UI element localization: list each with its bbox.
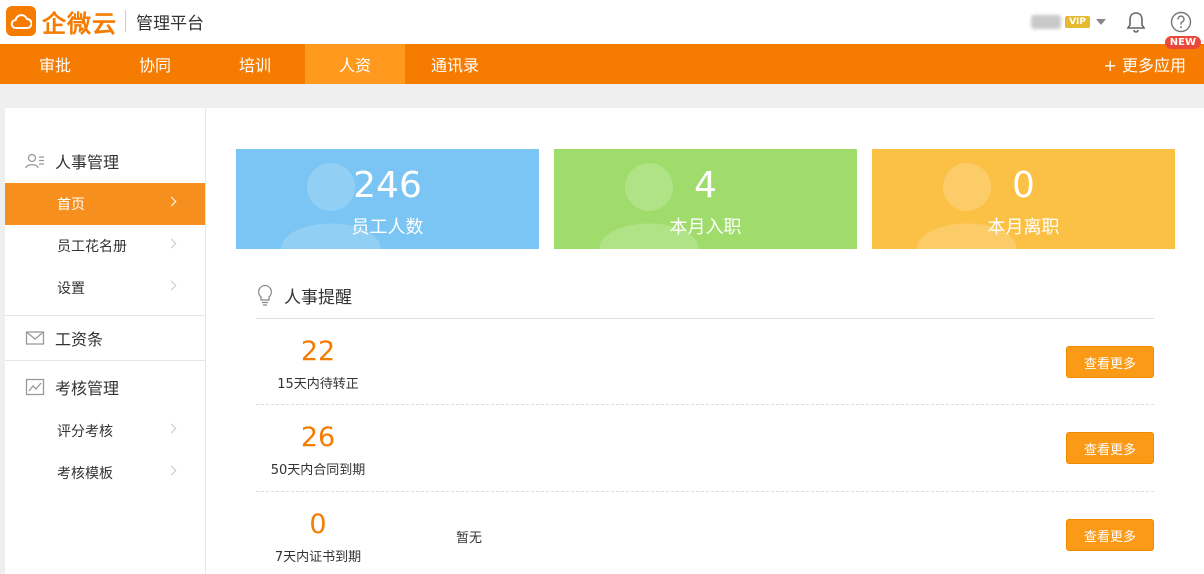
bell-icon[interactable] bbox=[1124, 10, 1148, 34]
stat-value: 0 bbox=[1012, 165, 1035, 206]
more-apps-button[interactable]: + 更多应用 bbox=[1104, 44, 1187, 84]
reminder-label: 7天内证书到期 bbox=[274, 550, 362, 565]
chevron-right-icon bbox=[166, 423, 177, 434]
user-name[interactable] bbox=[1031, 15, 1062, 29]
sidebar-item-label: 设置 bbox=[57, 281, 85, 297]
envelope-icon bbox=[25, 331, 45, 345]
new-badge: NEW bbox=[1164, 36, 1201, 49]
content-panel: 人事管理 首页 员工花名册 设置 工资条 考核管理 评分考核 考核模板 246 … bbox=[5, 108, 1204, 574]
stat-card-new-hires[interactable]: 4 本月入职 bbox=[554, 149, 857, 249]
main-nav: 审批 协同 培训 人资 通讯录 + 更多应用 NEW bbox=[0, 36, 1204, 84]
sidebar-item-label: 评分考核 bbox=[57, 424, 113, 440]
reminder-label: 50天内合同到期 bbox=[270, 463, 366, 478]
reminders-title: 人事提醒 bbox=[256, 282, 352, 308]
stat-label: 本月离职 bbox=[987, 217, 1060, 238]
chevron-down-icon[interactable] bbox=[1096, 19, 1106, 25]
lightbulb-icon bbox=[258, 284, 272, 306]
sidebar-item-score-assessment[interactable]: 评分考核 bbox=[5, 410, 205, 452]
stat-card-employees[interactable]: 246 员工人数 bbox=[236, 149, 539, 249]
chevron-right-icon bbox=[166, 280, 177, 291]
cloud-logo-icon bbox=[6, 6, 36, 36]
reminder-count: 0 bbox=[309, 509, 327, 540]
view-more-button[interactable]: 查看更多 bbox=[1066, 519, 1154, 551]
sidebar-item-assessment-template[interactable]: 考核模板 bbox=[5, 452, 205, 494]
brand-name: 企微云 bbox=[42, 9, 117, 38]
nav-item-training[interactable]: 培训 bbox=[205, 44, 305, 84]
sidebar-item-settings[interactable]: 设置 bbox=[5, 267, 205, 309]
stat-card-departures[interactable]: 0 本月离职 bbox=[872, 149, 1175, 249]
sidebar-item-label: 考核模板 bbox=[57, 466, 113, 482]
chart-icon bbox=[25, 378, 45, 396]
help-icon[interactable] bbox=[1170, 11, 1192, 33]
row-divider bbox=[256, 491, 1154, 492]
stat-value: 246 bbox=[353, 165, 422, 206]
sidebar-item-label: 首页 bbox=[57, 197, 85, 213]
sidebar-group-label: 考核管理 bbox=[55, 379, 120, 398]
nav-item-contacts[interactable]: 通讯录 bbox=[405, 44, 505, 84]
reminder-count: 22 bbox=[300, 336, 336, 367]
user-card-icon bbox=[25, 153, 44, 169]
sidebar-group-hr[interactable]: 人事管理 bbox=[5, 141, 205, 181]
brand-divider bbox=[125, 10, 126, 32]
view-more-button[interactable]: 查看更多 bbox=[1066, 432, 1154, 464]
reminders-title-text: 人事提醒 bbox=[284, 287, 352, 308]
stat-label: 员工人数 bbox=[351, 217, 424, 238]
nav-item-approval[interactable]: 审批 bbox=[5, 44, 105, 84]
nav-item-hr[interactable]: 人资 bbox=[305, 44, 405, 84]
view-more-button[interactable]: 查看更多 bbox=[1066, 346, 1154, 378]
reminder-empty-note: 暂无 bbox=[456, 531, 483, 546]
chevron-right-icon bbox=[166, 238, 177, 249]
reminder-label: 15天内待转正 bbox=[277, 377, 359, 392]
sidebar-group-assessment[interactable]: 考核管理 bbox=[5, 367, 205, 407]
sidebar-divider bbox=[5, 315, 205, 316]
sidebar-item-label: 员工花名册 bbox=[57, 239, 127, 255]
brand-logo[interactable]: 企微云 管理平台 bbox=[6, 6, 204, 38]
chevron-right-icon bbox=[166, 196, 177, 207]
stat-label: 本月入职 bbox=[669, 217, 742, 238]
sidebar: 人事管理 首页 员工花名册 设置 工资条 考核管理 评分考核 考核模板 bbox=[5, 108, 206, 574]
sidebar-item-home[interactable]: 首页 bbox=[5, 183, 205, 225]
reminders-divider bbox=[256, 318, 1154, 319]
brand-subtitle: 管理平台 bbox=[136, 13, 204, 34]
sidebar-divider bbox=[5, 360, 205, 361]
reminder-count: 26 bbox=[300, 422, 336, 453]
sidebar-group-label: 工资条 bbox=[55, 330, 104, 349]
top-bar: 企微云 管理平台 VIP bbox=[0, 0, 1204, 44]
row-divider bbox=[256, 404, 1154, 405]
sidebar-item-roster[interactable]: 员工花名册 bbox=[5, 225, 205, 267]
sidebar-group-payslip[interactable]: 工资条 bbox=[5, 318, 205, 358]
nav-item-collaboration[interactable]: 协同 bbox=[105, 44, 205, 84]
sidebar-group-label: 人事管理 bbox=[55, 153, 120, 172]
stat-value: 4 bbox=[694, 165, 717, 206]
vip-badge: VIP bbox=[1065, 16, 1090, 28]
chevron-right-icon bbox=[166, 465, 177, 476]
